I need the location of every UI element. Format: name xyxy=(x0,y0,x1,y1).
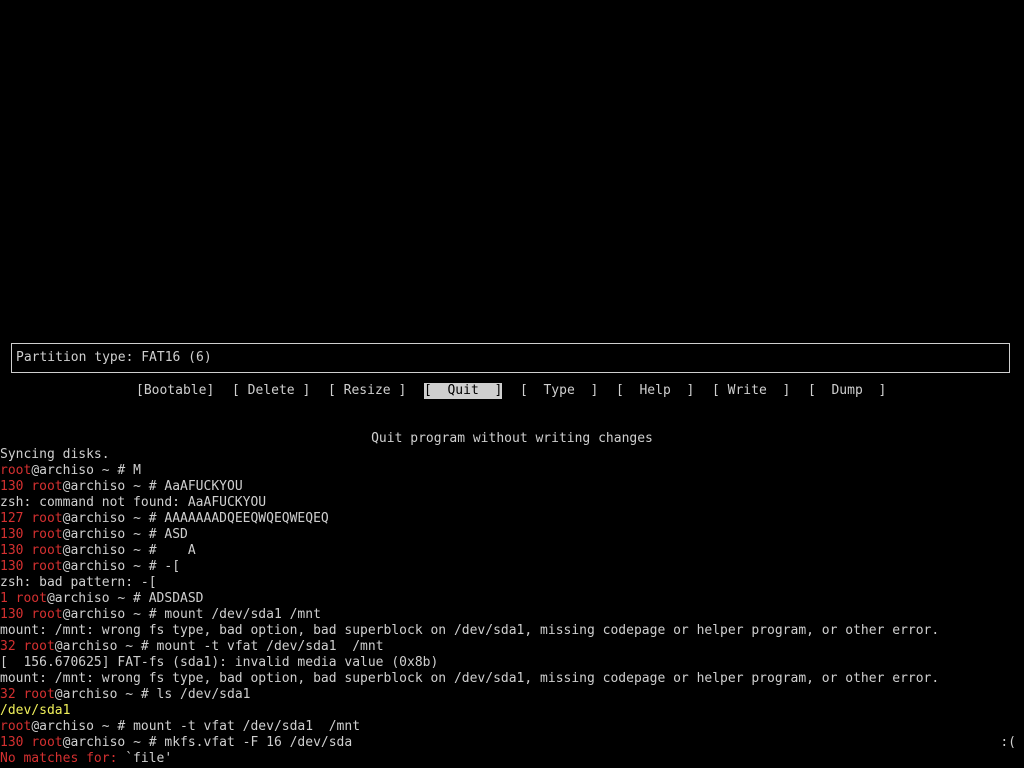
prompt-user: root xyxy=(31,511,63,526)
prompt-user: root xyxy=(0,719,32,734)
prompt-user: root xyxy=(31,735,63,750)
prompt-host: @archiso ~ # xyxy=(62,607,165,622)
exit-status: 130 xyxy=(0,735,32,750)
terminal-prompt-line: 130 root@archiso ~ # mount /dev/sda1 /mn… xyxy=(0,607,1024,623)
right-status-indicator: :( xyxy=(1000,735,1016,750)
output-text: zsh: bad pattern: -[ xyxy=(0,575,157,590)
terminal-line: mount: /mnt: wrong fs type, bad option, … xyxy=(0,671,1024,687)
prompt-command: AaAFUCKYOU xyxy=(164,479,243,494)
menu-quit-button[interactable]: [ Quit ] xyxy=(424,383,503,399)
prompt-host: @archiso ~ # xyxy=(54,639,157,654)
output-text: [ 156.670625] FAT-fs (sda1): invalid med… xyxy=(0,655,439,670)
menu-write-button[interactable]: [ Write ] xyxy=(712,383,790,399)
prompt-host: @archiso ~ # xyxy=(31,719,134,734)
prompt-user: root xyxy=(31,527,63,542)
terminal-prompt-line: 130 root@archiso ~ # mkfs.vfat -F 16 /de… xyxy=(0,735,1024,751)
output-text: Syncing disks. xyxy=(0,447,110,462)
terminal-screen: { "partition": { "type_line": "Partition… xyxy=(0,0,1024,768)
menu-bootable-button[interactable]: [Bootable] xyxy=(136,383,214,399)
prompt-host: @archiso ~ # xyxy=(62,735,165,750)
menu-delete-button[interactable]: [ Delete ] xyxy=(232,383,310,399)
prompt-user: root xyxy=(31,607,63,622)
terminal-prompt-line: 130 root@archiso ~ # ASD xyxy=(0,527,1024,543)
prompt-user: root xyxy=(31,479,63,494)
terminal-prompt-line: 127 root@archiso ~ # AAAAAAADQEEQWQEQWEQ… xyxy=(0,511,1024,527)
menu-dump-button[interactable]: [ Dump ] xyxy=(808,383,886,399)
menu-help-button[interactable]: [ Help ] xyxy=(616,383,694,399)
prompt-command: mount /dev/sda1 /mnt xyxy=(164,607,321,622)
output-text: mount: /mnt: wrong fs type, bad option, … xyxy=(0,623,940,638)
exit-status: 32 xyxy=(0,687,24,702)
terminal-line: zsh: command not found: AaAFUCKYOU xyxy=(0,495,1024,511)
prompt-host: @archiso ~ # xyxy=(46,591,149,606)
prompt-host: @archiso ~ # xyxy=(62,511,165,526)
highlighted-output: /dev/sda1 xyxy=(0,703,71,718)
terminal-output: Syncing disks. root@archiso ~ # M 130 ro… xyxy=(0,447,1024,767)
prompt-command: mount -t vfat /dev/sda1 /mnt xyxy=(156,639,384,654)
terminal-line: Syncing disks. xyxy=(0,447,1024,463)
prompt-user: root xyxy=(0,463,32,478)
prompt-host: @archiso ~ # xyxy=(62,543,165,558)
output-text: zsh: command not found: AaAFUCKYOU xyxy=(0,495,267,510)
exit-status: 130 xyxy=(0,543,32,558)
search-error-label: No matches for: xyxy=(0,751,126,766)
terminal-prompt-line: 1 root@archiso ~ # ADSDASD xyxy=(0,591,1024,607)
prompt-command: ADSDASD xyxy=(148,591,204,606)
terminal-input-line[interactable]: No matches for: `file' xyxy=(0,751,1024,767)
terminal-prompt-line: root@archiso ~ # M xyxy=(0,463,1024,479)
prompt-host: @archiso ~ # xyxy=(54,687,157,702)
exit-status: 127 xyxy=(0,511,32,526)
terminal-prompt-line: 32 root@archiso ~ # ls /dev/sda1 xyxy=(0,687,1024,703)
prompt-command: AAAAAAADQEEQWQEQWEQEQ xyxy=(164,511,329,526)
prompt-user: root xyxy=(23,639,55,654)
terminal-prompt-line: 130 root@archiso ~ # -[ xyxy=(0,559,1024,575)
prompt-command: ASD xyxy=(164,527,188,542)
partition-type-text: Partition type: FAT16 (6) xyxy=(16,350,212,365)
prompt-command: ls /dev/sda1 xyxy=(156,687,251,702)
terminal-prompt-line: 130 root@archiso ~ # AaAFUCKYOU xyxy=(0,479,1024,495)
menu-resize-button[interactable]: [ Resize ] xyxy=(328,383,406,399)
prompt-host: @archiso ~ # xyxy=(62,559,165,574)
terminal-prompt-line: 32 root@archiso ~ # mount -t vfat /dev/s… xyxy=(0,639,1024,655)
exit-status: 130 xyxy=(0,527,32,542)
terminal-line: mount: /mnt: wrong fs type, bad option, … xyxy=(0,623,1024,639)
partition-info-box: Partition type: FAT16 (6) xyxy=(11,343,1010,373)
prompt-user: root xyxy=(31,559,63,574)
prompt-command: M xyxy=(133,463,141,478)
menu-type-button[interactable]: [ Type ] xyxy=(520,383,598,399)
cfdisk-menu-bar: [Bootable] [ Delete ] [ Resize ] [ Quit … xyxy=(0,383,1024,399)
menu-hint-text: Quit program without writing changes xyxy=(371,431,653,446)
terminal-prompt-line: root@archiso ~ # mount -t vfat /dev/sda1… xyxy=(0,719,1024,735)
exit-status: 1 xyxy=(0,591,16,606)
prompt-host: @archiso ~ # xyxy=(62,527,165,542)
prompt-host: @archiso ~ # xyxy=(62,479,165,494)
prompt-host: @archiso ~ # xyxy=(31,463,134,478)
search-error-value: `file' xyxy=(125,751,173,766)
prompt-command: A xyxy=(164,543,196,558)
terminal-line: [ 156.670625] FAT-fs (sda1): invalid med… xyxy=(0,655,1024,671)
prompt-command: mkfs.vfat -F 16 /dev/sda xyxy=(164,735,353,750)
prompt-user: root xyxy=(15,591,47,606)
output-text: mount: /mnt: wrong fs type, bad option, … xyxy=(0,671,940,686)
prompt-command: mount -t vfat /dev/sda1 /mnt xyxy=(133,719,361,734)
terminal-prompt-line: 130 root@archiso ~ # A xyxy=(0,543,1024,559)
prompt-user: root xyxy=(31,543,63,558)
terminal-line: /dev/sda1 xyxy=(0,703,1024,719)
exit-status: 130 xyxy=(0,479,32,494)
terminal-line: zsh: bad pattern: -[ xyxy=(0,575,1024,591)
prompt-command: -[ xyxy=(164,559,181,574)
exit-status: 130 xyxy=(0,559,32,574)
prompt-user: root xyxy=(23,687,55,702)
exit-status: 130 xyxy=(0,607,32,622)
exit-status: 32 xyxy=(0,639,24,654)
